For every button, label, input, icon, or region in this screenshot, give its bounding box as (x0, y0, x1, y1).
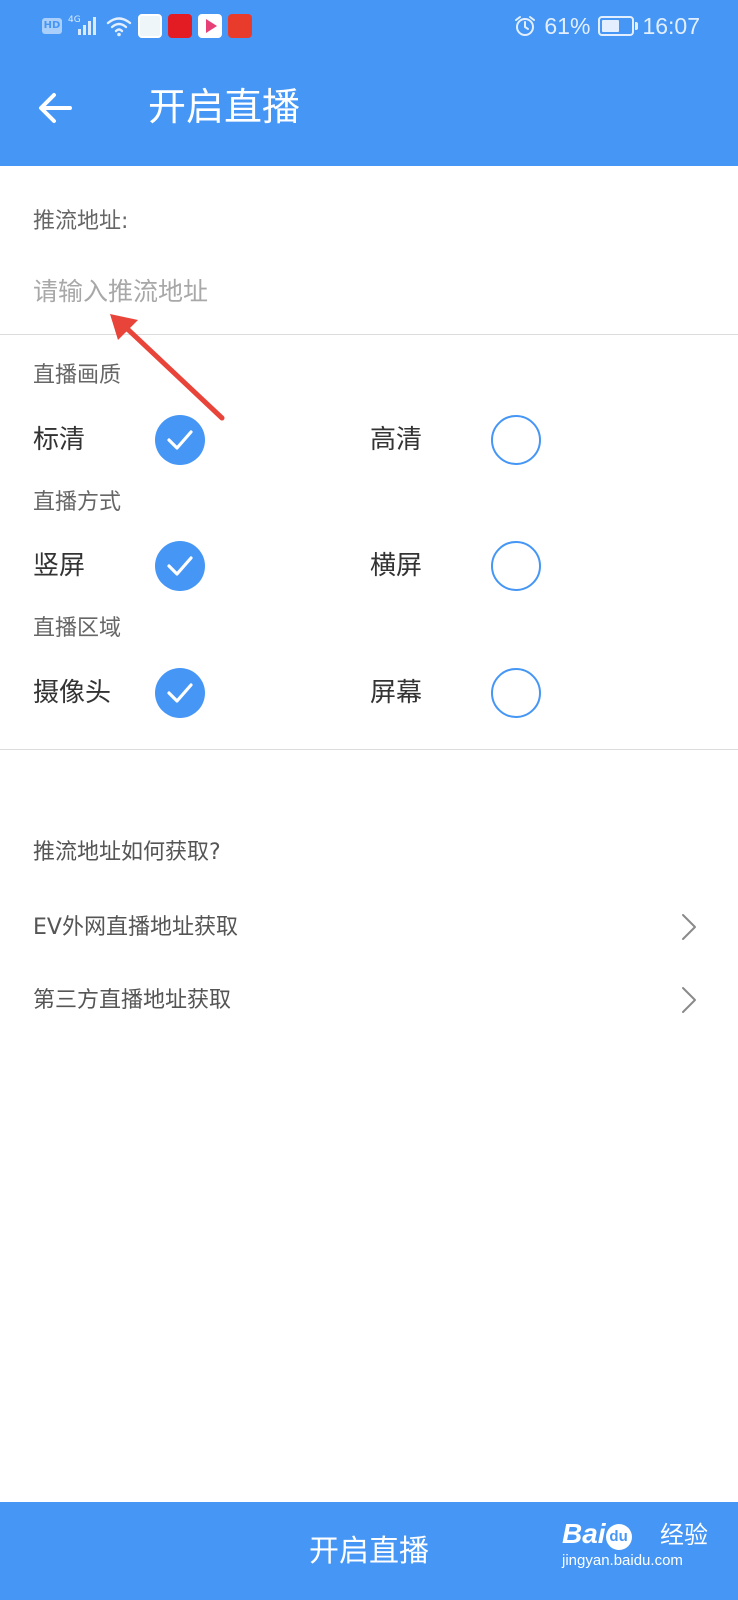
source-option-screen-radio[interactable] (491, 668, 541, 718)
orientation-group-title: 直播方式 (33, 490, 122, 515)
source-option-screen-label: 屏幕 (370, 678, 423, 708)
alarm-icon (515, 16, 536, 36)
divider (0, 334, 738, 335)
status-bar-right: 61% 16:07 (514, 12, 700, 40)
video-app-icon (198, 14, 222, 38)
check-icon (167, 430, 193, 450)
chevron-right-icon (682, 987, 696, 1013)
battery-icon (598, 16, 639, 36)
status-bar: HD 4G 61% 16:07 (0, 0, 738, 52)
battery-percent: 61% (544, 12, 591, 39)
signal-icon: 4G (68, 15, 100, 37)
help-link-third-party[interactable]: 第三方直播地址获取 (0, 971, 738, 1031)
help-link-ev[interactable]: EV外网直播地址获取 (0, 898, 738, 958)
help-link-ev-label: EV外网直播地址获取 (33, 915, 238, 940)
quality-option-hd-label: 高清 (370, 425, 423, 455)
back-button[interactable] (32, 80, 84, 136)
quality-option-sd-radio[interactable] (155, 415, 205, 465)
baidu-jingyan-watermark: Bai du 经验 jingyan.baidu.com (560, 1516, 720, 1576)
status-bar-left: HD 4G (42, 12, 252, 40)
screen: HD 4G 61% 16:07 开启直播 推流地址: 请输入推流地址 直播画质 … (0, 0, 738, 1600)
app-bar: 开启直播 (0, 52, 738, 166)
orientation-option-portrait-radio[interactable] (155, 541, 205, 591)
quality-group-title: 直播画质 (33, 363, 122, 388)
help-heading: 推流地址如何获取? (33, 840, 221, 865)
news-app-icon (228, 14, 252, 38)
orientation-option-landscape-label: 横屏 (370, 551, 423, 581)
check-icon (167, 556, 193, 576)
wifi-icon (106, 17, 132, 37)
check-icon (167, 683, 193, 703)
watermark-logo-cn: 经验 (660, 1521, 708, 1549)
orientation-option-portrait-label: 竖屏 (33, 551, 86, 581)
tmall-app-icon (168, 14, 192, 38)
clock: 16:07 (642, 12, 700, 39)
watermark-logo: Bai du (562, 1518, 632, 1550)
back-arrow-icon (39, 93, 72, 123)
source-option-camera-label: 摄像头 (33, 678, 112, 708)
source-group-title: 直播区域 (33, 616, 122, 641)
source-option-camera-radio[interactable] (155, 668, 205, 718)
help-link-third-party-label: 第三方直播地址获取 (33, 988, 232, 1013)
push-url-label: 推流地址: (33, 209, 129, 234)
watermark-url: jingyan.baidu.com (562, 1552, 683, 1569)
divider (0, 749, 738, 750)
push-url-input[interactable] (33, 268, 713, 314)
orientation-option-landscape-radio[interactable] (491, 541, 541, 591)
weibo-app-icon (138, 14, 162, 38)
quality-option-hd-radio[interactable] (491, 415, 541, 465)
quality-option-sd-label: 标清 (33, 425, 86, 455)
hd-badge-icon: HD (42, 18, 62, 34)
page-title: 开启直播 (148, 85, 301, 129)
chevron-right-icon (682, 914, 696, 940)
